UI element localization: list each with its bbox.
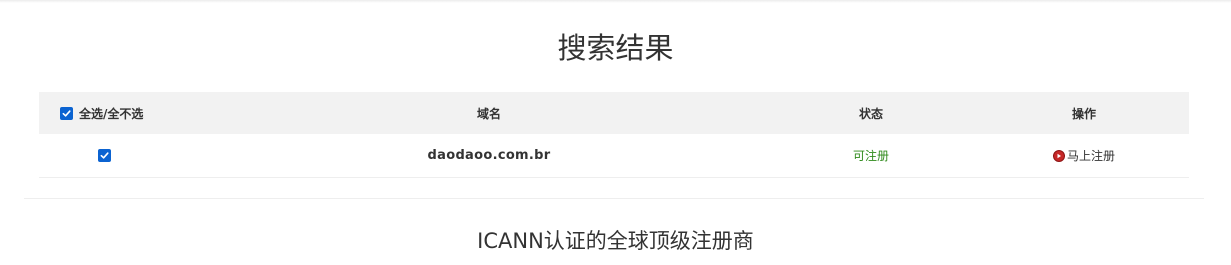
checkmark-icon — [100, 152, 109, 159]
domain-name: daodaoo.com.br — [427, 148, 551, 163]
results-table: 全选/全不选 域名 状态 操作 daodaoo.com.br 可注册 马上注册 — [39, 92, 1189, 178]
checkmark-icon — [62, 109, 71, 117]
row-checkbox[interactable] — [98, 149, 111, 162]
table-row: daodaoo.com.br 可注册 马上注册 — [39, 134, 1189, 178]
select-all-toggle[interactable]: 全选/全不选 — [60, 92, 143, 134]
page: 搜索结果 全选/全不选 域名 状态 操作 daodaoo.com.br 可注册 … — [0, 0, 1231, 265]
play-circle-icon — [1052, 149, 1065, 162]
section-subtitle: ICANN认证的全球顶级注册商 — [477, 229, 754, 253]
select-all-checkbox[interactable] — [60, 106, 73, 120]
row-select[interactable] — [98, 134, 117, 177]
row-action-cell: 马上注册 — [1024, 134, 1144, 177]
header-action: 操作 — [1071, 106, 1096, 121]
register-now-link[interactable]: 马上注册 — [1052, 147, 1115, 164]
table-header: 全选/全不选 域名 状态 操作 — [39, 92, 1189, 134]
row-status-cell: 可注册 — [821, 134, 921, 177]
select-all-label: 全选/全不选 — [79, 106, 144, 121]
top-shadow — [0, 0, 1231, 3]
register-now-label: 马上注册 — [1066, 149, 1115, 163]
status-badge: 可注册 — [852, 149, 889, 163]
header-domain: 域名 — [476, 106, 501, 121]
section-divider — [24, 198, 1204, 199]
row-domain-cell: daodaoo.com.br — [299, 134, 679, 177]
header-status: 状态 — [858, 106, 883, 121]
page-title: 搜索结果 — [557, 31, 674, 65]
